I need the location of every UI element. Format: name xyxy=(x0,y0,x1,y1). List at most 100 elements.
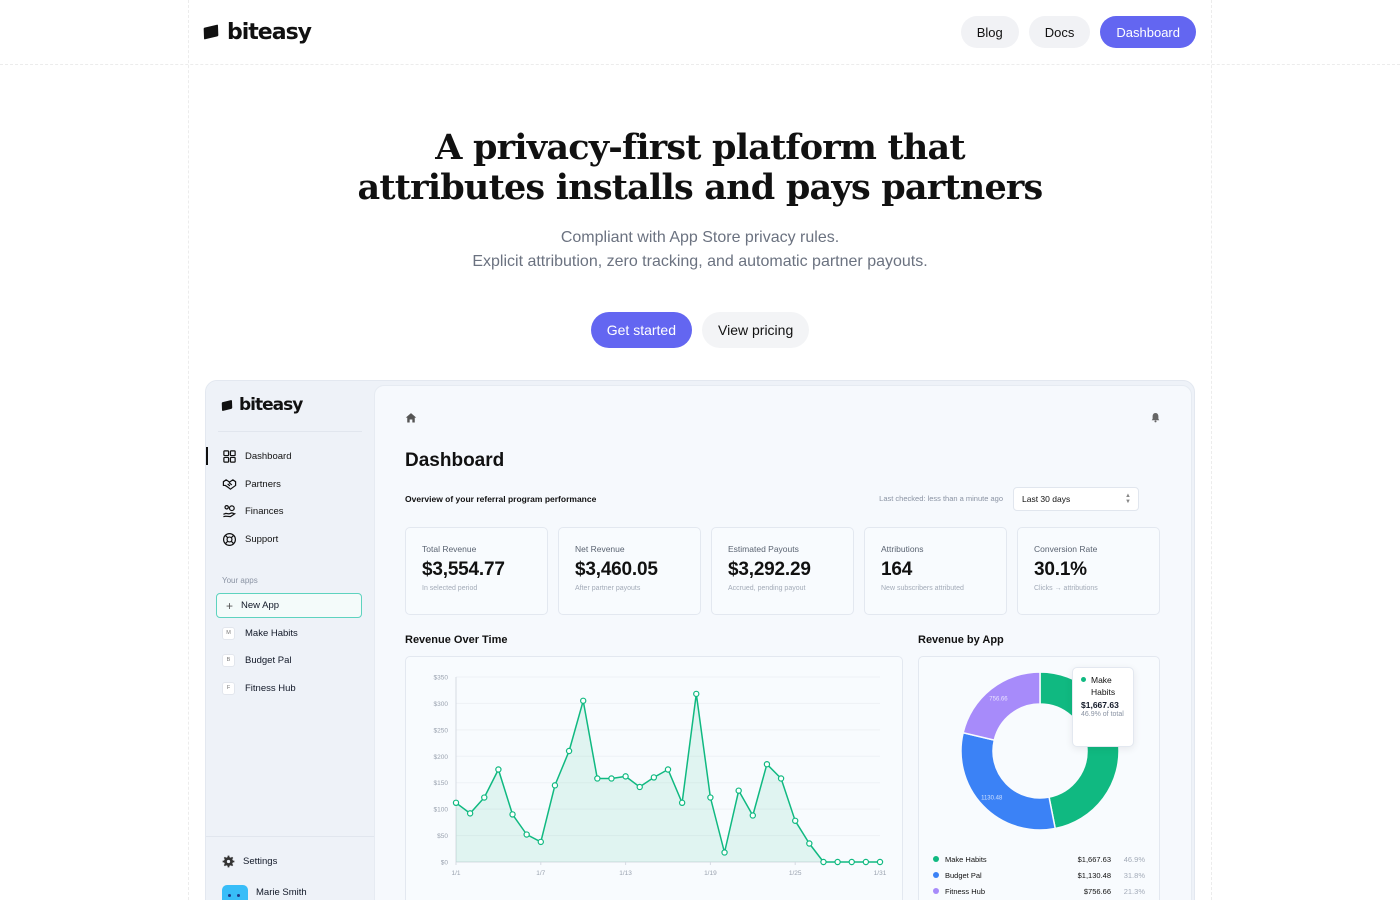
app-brand-logo[interactable]: biteasy xyxy=(221,395,303,415)
data-point xyxy=(452,799,460,806)
data-point xyxy=(834,858,841,866)
sidebar-item-support[interactable]: Support xyxy=(222,529,278,549)
stat-hint: New subscribers attributed xyxy=(881,585,964,592)
hero-title-line-2: attributes installs and pays partners xyxy=(357,167,1044,208)
data-point xyxy=(848,858,855,866)
app-item-label: Budget Pal xyxy=(245,654,292,666)
app-item-make-habits[interactable]: M Make Habits xyxy=(222,625,298,641)
app-preview: biteasy Dashboard Partners Finances Supp… xyxy=(205,380,1195,900)
revenue-line-chart[interactable]: $0 $50 $100 $150 $200 $250 $300 $350 1/1 1/7 1/13 1… xyxy=(406,657,904,900)
stat-hint: Accrued, pending payout xyxy=(728,585,806,592)
y-tick-label: $100 xyxy=(434,807,449,814)
data-point xyxy=(820,858,827,866)
app-badge: B xyxy=(222,653,235,667)
stat-hint: Clicks → attributions xyxy=(1034,585,1098,592)
new-app-button[interactable]: + New App xyxy=(216,593,362,618)
slice-label: 756.66 xyxy=(989,696,1008,702)
data-point xyxy=(735,787,742,794)
avatar xyxy=(222,885,248,900)
sidebar-item-label: Dashboard xyxy=(245,450,292,462)
bell-icon[interactable] xyxy=(1150,412,1161,423)
data-point xyxy=(636,783,643,791)
stat-label: Net Revenue xyxy=(575,544,625,554)
home-icon[interactable] xyxy=(405,412,417,424)
get-started-button[interactable]: Get started xyxy=(590,312,693,348)
app-brand-name: biteasy xyxy=(239,395,303,415)
slice-label: 1130.48 xyxy=(981,795,1003,801)
sidebar-item-settings[interactable]: Settings xyxy=(222,855,277,868)
revenue-by-app-title: Revenue by App xyxy=(918,634,1004,646)
data-point xyxy=(876,858,884,866)
x-tick-label: 1/13 xyxy=(619,870,632,877)
x-tick-label: 1/7 xyxy=(536,870,545,877)
data-point xyxy=(664,766,672,773)
legend-name: Make Habits xyxy=(945,854,987,864)
sidebar-divider xyxy=(218,431,362,432)
stat-value: $3,292.29 xyxy=(728,559,811,580)
y-tick-label: $150 xyxy=(434,780,449,787)
data-point xyxy=(777,775,785,782)
overview-text: Overview of your referral program perfor… xyxy=(405,494,597,504)
tooltip-name: Make Habits xyxy=(1081,674,1125,698)
stat-value: 164 xyxy=(881,559,913,580)
stat-label: Total Revenue xyxy=(422,544,477,554)
legend-name: Budget Pal xyxy=(945,870,982,880)
tooltip-percent: 46.9% of total xyxy=(1081,711,1124,718)
user-menu[interactable]: Marie Smith xyxy=(222,885,307,900)
stat-value: 30.1% xyxy=(1034,559,1087,580)
legend-percent: 21.3% xyxy=(1123,886,1145,896)
hero-subtitle: Compliant with App Store privacy rules. … xyxy=(0,226,1400,274)
legend-percent: 31.8% xyxy=(1123,870,1145,880)
last-checked-text: Last checked: less than a minute ago xyxy=(879,494,1003,503)
guide-line-header xyxy=(0,64,1400,65)
chart-tooltip: Make Habits $1,667.63 46.9% of total xyxy=(1072,667,1134,747)
app-item-fitness-hub[interactable]: F Fitness Hub xyxy=(222,680,296,696)
plus-icon: + xyxy=(226,598,234,613)
user-name: Marie Smith xyxy=(256,886,307,898)
stat-card-estimated-payouts: Estimated Payouts $3,292.29 Accrued, pen… xyxy=(711,527,854,615)
data-point xyxy=(806,840,813,847)
nav-docs-button[interactable]: Docs xyxy=(1028,16,1091,48)
app-item-budget-pal[interactable]: B Budget Pal xyxy=(222,652,291,668)
hero-title-line-1: A privacy-first platform that xyxy=(435,127,965,168)
data-point xyxy=(763,761,771,768)
app-sidebar: biteasy Dashboard Partners Finances Supp… xyxy=(206,381,374,900)
view-pricing-button[interactable]: View pricing xyxy=(702,312,810,348)
legend-row: Budget Pal $1,130.48 31.8% xyxy=(933,869,1145,881)
hero-title: A privacy-first platform that attributes… xyxy=(0,128,1400,208)
y-tick-label: $50 xyxy=(437,833,448,840)
nav-blog-button[interactable]: Blog xyxy=(960,16,1019,48)
stat-card-attributions: Attributions 164 New subscribers attribu… xyxy=(864,527,1007,615)
data-point xyxy=(749,812,756,819)
tooltip-value: $1,667.63 xyxy=(1081,700,1119,710)
data-point xyxy=(594,775,601,782)
nav-dashboard-button[interactable]: Dashboard xyxy=(1100,16,1196,48)
y-tick-label: $250 xyxy=(434,727,449,734)
data-point xyxy=(608,775,615,782)
new-app-label: New App xyxy=(241,600,280,611)
data-point xyxy=(495,766,502,773)
legend-dot xyxy=(933,872,939,878)
data-point xyxy=(693,690,700,698)
chevron-up-down-icon: ▲ ▼ xyxy=(1125,493,1131,505)
grid-icon xyxy=(223,449,236,463)
hand-coins-icon xyxy=(223,504,237,517)
legend-name: Fitness Hub xyxy=(945,886,986,896)
y-tick-label: $350 xyxy=(434,675,449,682)
x-tick-label: 1/25 xyxy=(789,870,802,877)
brand-logo[interactable]: biteasy xyxy=(203,20,312,45)
date-range-select[interactable]: Last 30 days ▲ ▼ xyxy=(1013,487,1139,511)
data-point xyxy=(678,799,686,806)
sidebar-item-finances[interactable]: Finances xyxy=(222,501,284,521)
sidebar-item-dashboard[interactable]: Dashboard xyxy=(222,446,291,466)
sidebar-item-partners[interactable]: Partners xyxy=(222,474,281,494)
dashboard-main: Dashboard Overview of your referral prog… xyxy=(374,385,1192,900)
legend-dot xyxy=(933,888,939,894)
donut-slice xyxy=(962,671,1041,742)
sidebar-item-label: Finances xyxy=(245,505,284,517)
data-point xyxy=(721,849,728,856)
date-range-value: Last 30 days xyxy=(1022,494,1071,504)
legend-row: Make Habits $1,667.63 46.9% xyxy=(933,853,1145,865)
app-item-label: Make Habits xyxy=(245,627,298,639)
app-item-label: Fitness Hub xyxy=(245,682,296,694)
